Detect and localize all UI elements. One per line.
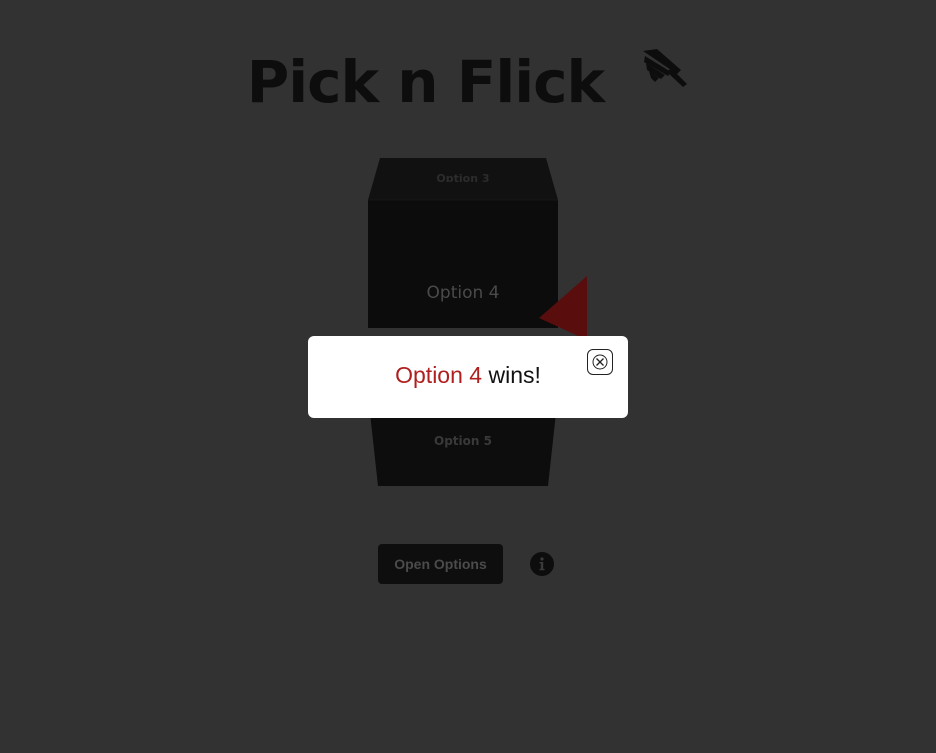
app-title: Pick n Flick [0, 44, 936, 116]
wheel-option-selected: Option 4 [426, 283, 500, 303]
title-text: Pick n Flick [246, 47, 605, 116]
result-dialog: Option 4 wins! [308, 336, 628, 418]
pointing-hand-icon [641, 34, 689, 102]
winner-suffix: wins! [482, 362, 541, 388]
close-button[interactable] [587, 349, 613, 375]
winner-option: Option 4 [395, 362, 483, 388]
winner-message: Option 4 wins! [308, 362, 628, 389]
option-wheel[interactable]: Option 3 Option 4 Option 5 [366, 158, 560, 488]
wheel-option-bottom: Option 5 [434, 434, 492, 448]
wheel-option-top: Option 3 [436, 172, 490, 182]
info-icon [530, 552, 554, 576]
close-icon [592, 354, 608, 370]
open-options-button[interactable]: Open Options [378, 544, 503, 584]
info-button[interactable] [530, 552, 554, 576]
triangle-pointer-icon [537, 276, 589, 345]
